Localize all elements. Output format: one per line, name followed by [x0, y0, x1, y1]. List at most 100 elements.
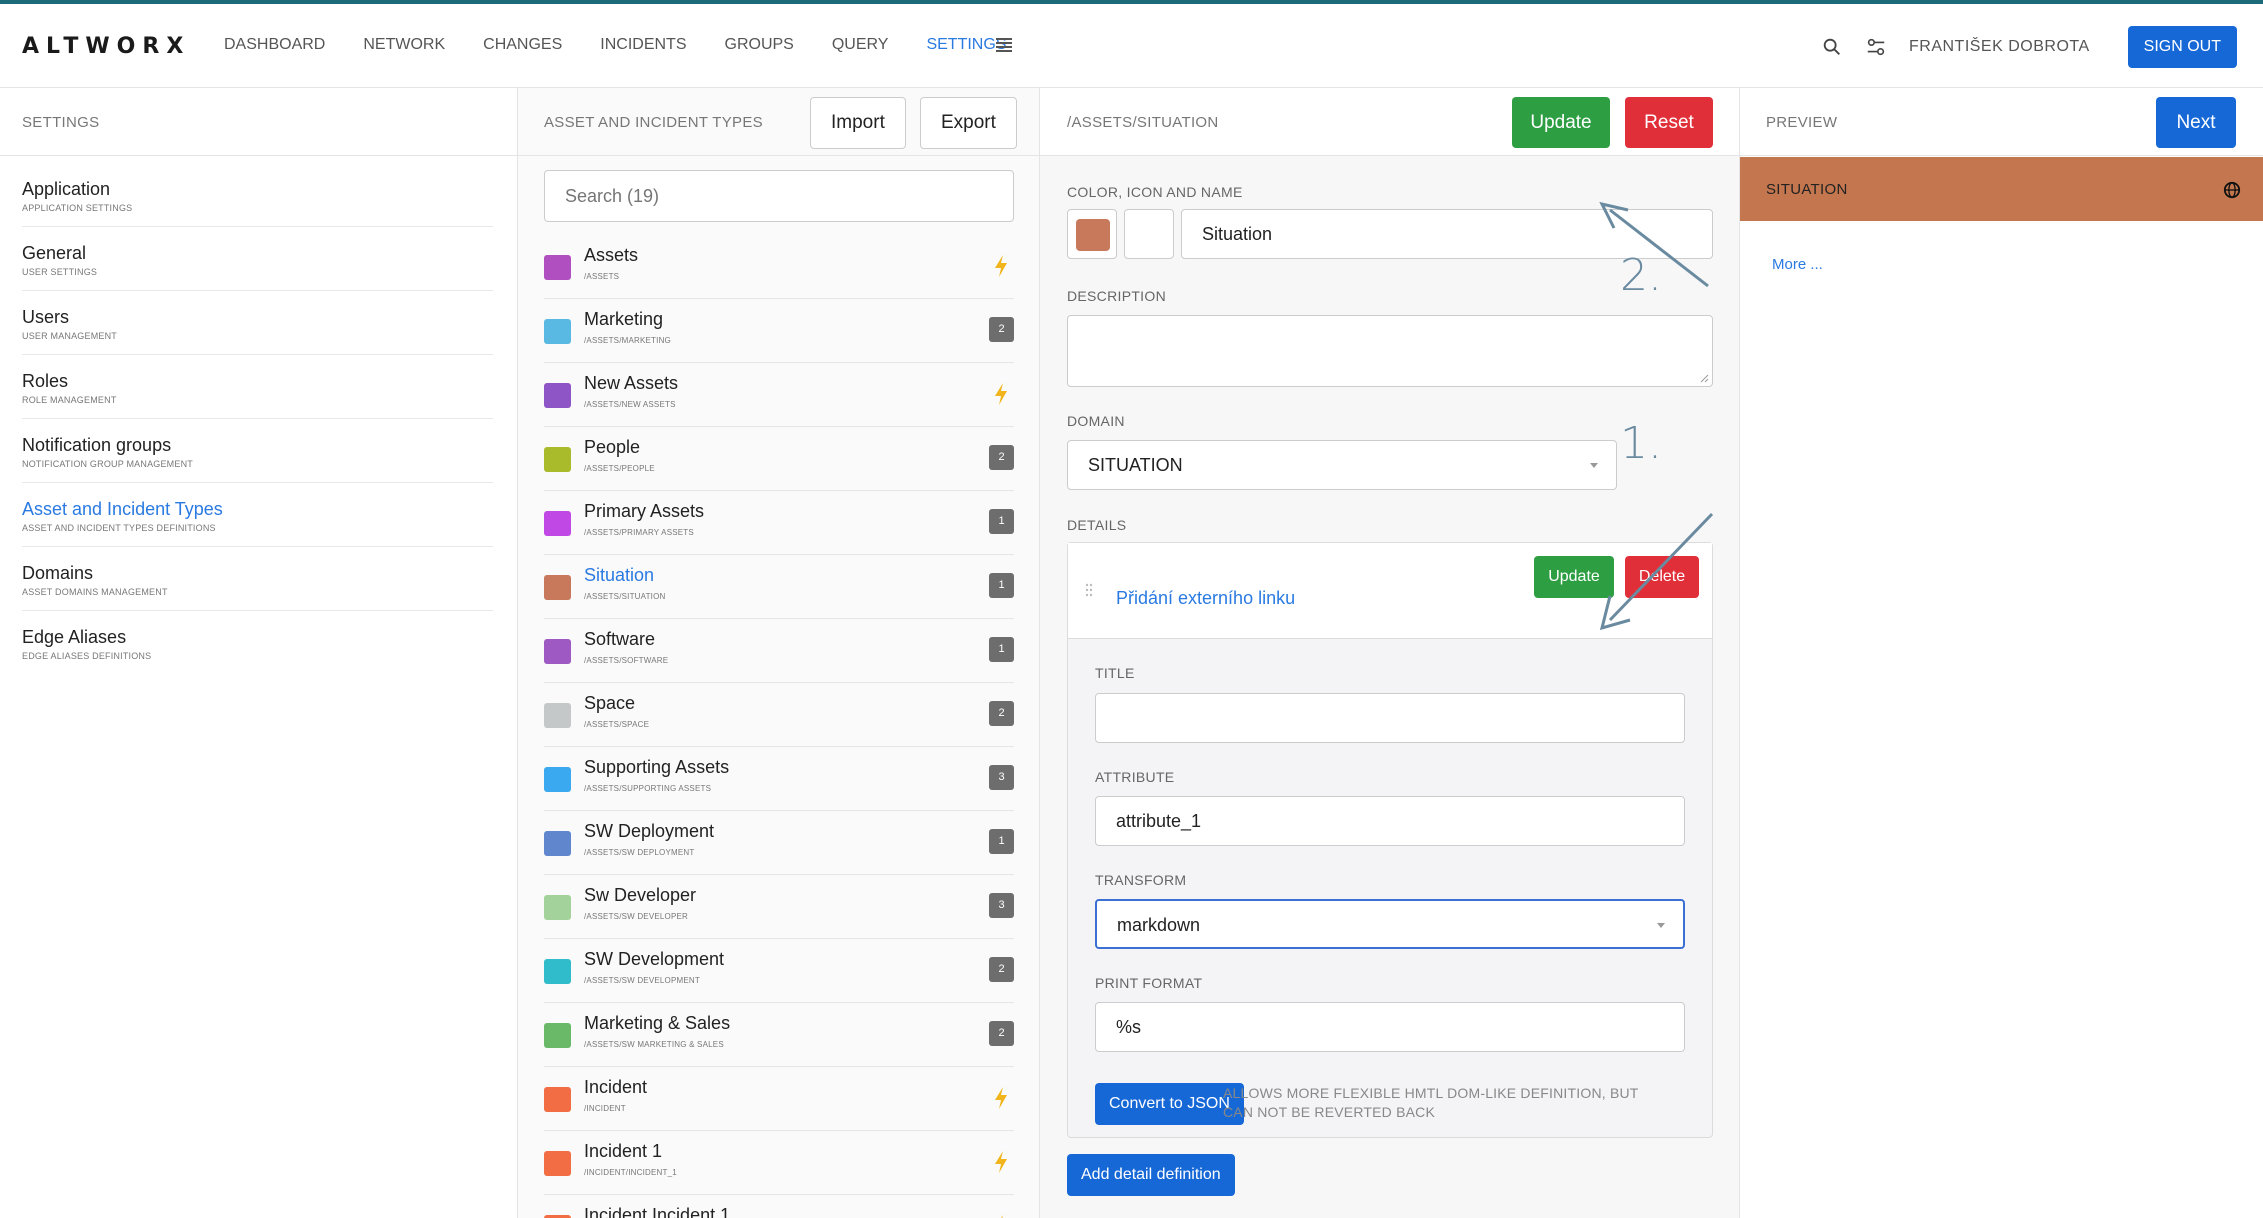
type-list-item[interactable]: Supporting Assets/ASSETS/SUPPORTING ASSE… — [544, 747, 1014, 811]
type-path: /ASSETS/SW DEPLOYMENT — [584, 848, 695, 857]
type-list-item[interactable]: Incident 1/INCIDENT/INCIDENT_1 — [544, 1131, 1014, 1195]
next-button[interactable]: Next — [2156, 97, 2236, 148]
settings-item-domains[interactable]: Domains ASSET DOMAINS MANAGEMENT — [22, 547, 493, 611]
color-picker[interactable] — [1067, 209, 1117, 259]
nav-settings[interactable]: SETTINGS — [926, 36, 1006, 54]
settings-item-name: Application — [22, 179, 111, 199]
filter-settings-icon[interactable] — [1865, 36, 1887, 58]
export-button[interactable]: Export — [920, 97, 1017, 149]
type-path: /ASSETS/SW DEVELOPER — [584, 912, 689, 921]
settings-item-general[interactable]: General USER SETTINGS — [22, 227, 493, 291]
app-logo[interactable]: ALTWORX — [22, 34, 190, 59]
menu-icon[interactable] — [996, 38, 1012, 52]
drag-handle-icon[interactable] — [1084, 583, 1094, 597]
type-list-item[interactable]: People/ASSETS/PEOPLE 2 — [544, 427, 1014, 491]
convert-to-json-button[interactable]: Convert to JSON — [1095, 1083, 1244, 1125]
color-swatch — [1076, 219, 1110, 251]
nav-incidents[interactable]: INCIDENTS — [600, 36, 686, 54]
type-name: Incident — [584, 1077, 648, 1097]
type-list-item[interactable]: Marketing & Sales/ASSETS/SW MARKETING & … — [544, 1003, 1014, 1067]
type-list-item[interactable]: Incident/INCIDENT — [544, 1067, 1014, 1131]
type-count-badge: 2 — [989, 445, 1014, 470]
settings-item-users[interactable]: Users USER MANAGEMENT — [22, 291, 493, 355]
type-list-item[interactable]: Software/ASSETS/SOFTWARE 1 — [544, 619, 1014, 683]
type-color-swatch — [544, 511, 571, 536]
title-input[interactable] — [1095, 693, 1685, 743]
type-name: Sw Developer — [584, 885, 697, 905]
type-color-swatch — [544, 1023, 571, 1048]
type-list-item[interactable]: Incident Incident 1 — [544, 1195, 1014, 1218]
transform-select-value: markdown — [1117, 915, 1201, 935]
type-list-item[interactable]: Situation/ASSETS/SITUATION 1 — [544, 555, 1014, 619]
user-name[interactable]: FRANTIŠEK DOBROTA — [1909, 38, 2090, 56]
description-label: DESCRIPTION — [1067, 288, 1166, 304]
settings-item-name: Asset and Incident Types — [22, 499, 223, 519]
icon-picker[interactable] — [1124, 209, 1174, 259]
settings-list: Application APPLICATION SETTINGS General U… — [0, 156, 517, 675]
settings-item-roles[interactable]: Roles ROLE MANAGEMENT — [22, 355, 493, 419]
nav-dashboard[interactable]: DASHBOARD — [224, 36, 325, 54]
type-list-item[interactable]: Sw Developer/ASSETS/SW DEVELOPER 3 — [544, 875, 1014, 939]
import-button[interactable]: Import — [810, 97, 906, 149]
print-format-input[interactable]: %s — [1095, 1002, 1685, 1052]
type-path: /ASSETS/SUPPORTING ASSETS — [584, 784, 712, 793]
type-count-badge: 2 — [989, 701, 1014, 726]
type-list-item[interactable]: Assets/ASSETS — [544, 235, 1014, 299]
settings-item-notification-groups[interactable]: Notification groups NOTIFICATION GROUP MA… — [22, 419, 493, 483]
domain-select[interactable]: SITUATION — [1067, 440, 1617, 490]
transform-label: TRANSFORM — [1095, 872, 1187, 888]
settings-item-sub: EDGE ALIASES DEFINITIONS — [22, 651, 152, 661]
type-color-swatch — [544, 447, 571, 472]
type-name: Assets — [584, 245, 639, 265]
type-list-item[interactable]: New Assets/ASSETS/NEW ASSETS — [544, 363, 1014, 427]
types-title: ASSET AND INCIDENT TYPES — [544, 114, 763, 131]
settings-title: SETTINGS — [22, 114, 100, 131]
lightning-icon — [1001, 1215, 1003, 1218]
type-name: Primary Assets — [584, 501, 705, 521]
settings-item-sub: ASSET AND INCIDENT TYPES DEFINITIONS — [22, 523, 216, 533]
add-detail-definition-button[interactable]: Add detail definition — [1067, 1154, 1235, 1196]
settings-item-sub: APPLICATION SETTINGS — [22, 203, 133, 213]
settings-item-edge-aliases[interactable]: Edge Aliases EDGE ALIASES DEFINITIONS — [22, 611, 493, 675]
details-label: DETAILS — [1067, 517, 1127, 533]
top-right-controls: FRANTIŠEK DOBROTA SIGN OUT — [1821, 26, 2237, 68]
domain-label: DOMAIN — [1067, 413, 1125, 429]
detail-link[interactable]: Přidání externího linku — [1116, 588, 1295, 609]
type-name: People — [584, 437, 641, 457]
type-list-item[interactable]: Space/ASSETS/SPACE 2 — [544, 683, 1014, 747]
reset-button[interactable]: Reset — [1625, 97, 1713, 148]
type-list-item[interactable]: Marketing/ASSETS/MARKETING 2 — [544, 299, 1014, 363]
type-color-swatch — [544, 895, 571, 920]
type-name: New Assets — [584, 373, 679, 393]
type-name: Situation — [584, 565, 655, 585]
types-search-input[interactable] — [544, 170, 1014, 222]
more-link[interactable]: More ... — [1772, 256, 1823, 273]
preview-type-bar[interactable]: SITUATION — [1740, 157, 2263, 221]
transform-select[interactable]: markdown — [1095, 899, 1685, 949]
type-path: /ASSETS/PEOPLE — [584, 464, 655, 473]
settings-item-asset-incident-types[interactable]: Asset and Incident Types ASSET AND INCIDE… — [22, 483, 493, 547]
search-icon[interactable] — [1821, 36, 1843, 58]
nav-network[interactable]: NETWORK — [363, 36, 445, 54]
nav-changes[interactable]: CHANGES — [483, 36, 562, 54]
type-color-swatch — [544, 639, 571, 664]
type-count-badge: 1 — [989, 573, 1014, 598]
nav-groups[interactable]: GROUPS — [725, 36, 794, 54]
title-label: TITLE — [1095, 665, 1135, 681]
settings-item-application[interactable]: Application APPLICATION SETTINGS — [22, 163, 493, 227]
type-path: /INCIDENT — [584, 1104, 626, 1113]
attribute-label: ATTRIBUTE — [1095, 769, 1175, 785]
type-list-item[interactable]: Primary Assets/ASSETS/PRIMARY ASSETS 1 — [544, 491, 1014, 555]
settings-item-sub: USER SETTINGS — [22, 267, 98, 277]
settings-item-name: General — [22, 243, 87, 263]
update-button[interactable]: Update — [1512, 97, 1610, 148]
type-name: Marketing — [584, 309, 664, 329]
type-list-item[interactable]: SW Development/ASSETS/SW DEVELOPMENT 2 — [544, 939, 1014, 1003]
nav-query[interactable]: QUERY — [832, 36, 889, 54]
attribute-input[interactable]: attribute_1 — [1095, 796, 1685, 846]
type-list-item[interactable]: SW Deployment/ASSETS/SW DEPLOYMENT 1 — [544, 811, 1014, 875]
type-count-badge: 1 — [989, 829, 1014, 854]
sign-out-button[interactable]: SIGN OUT — [2127, 26, 2237, 68]
type-name: Incident 1 — [584, 1141, 663, 1161]
type-count-badge: 2 — [989, 317, 1014, 342]
